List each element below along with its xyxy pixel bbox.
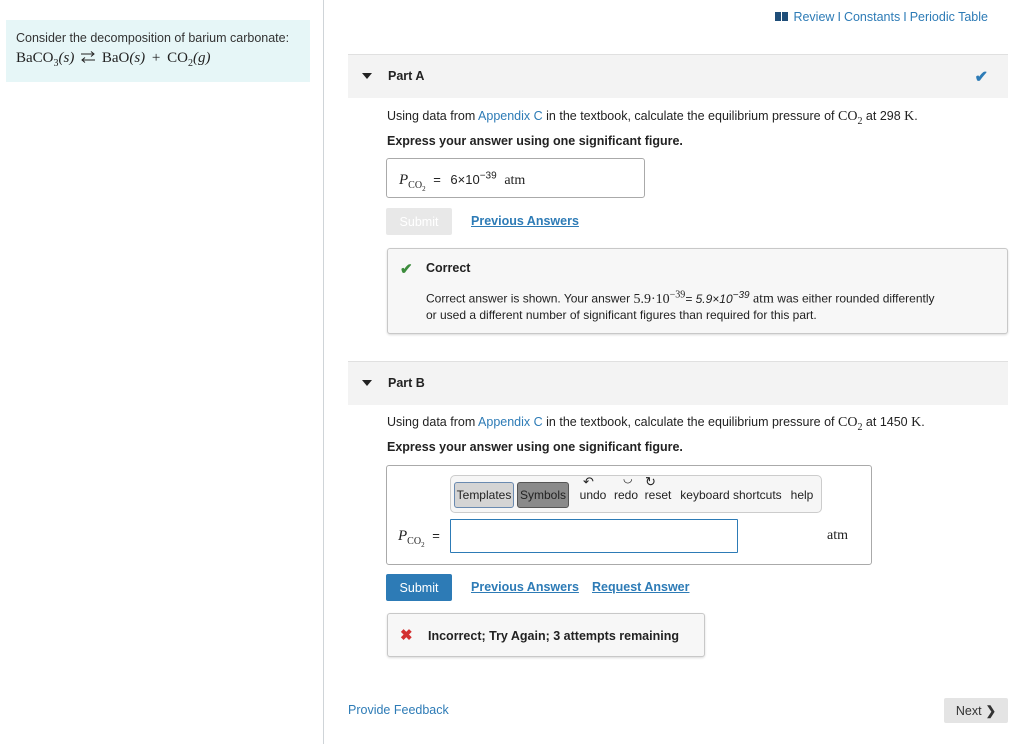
part-b-instruction: Express your answer using one significan…	[387, 440, 683, 454]
constants-link[interactable]: Constants	[844, 10, 900, 24]
part-a-previous-answers-link[interactable]: Previous Answers	[471, 214, 579, 228]
feedback-message-line2: or used a different number of significan…	[426, 308, 817, 322]
chevron-right-icon: ❯	[985, 704, 997, 718]
part-b-submit-button[interactable]: Submit	[386, 574, 452, 601]
incorrect-x-icon: ✖	[400, 627, 413, 644]
part-b-title: Part B	[388, 376, 425, 390]
redo-icon: ◡	[623, 473, 633, 485]
provide-feedback-link[interactable]: Provide Feedback	[348, 703, 449, 717]
appendix-c-link[interactable]: Appendix C	[478, 415, 543, 429]
checkmark-icon: ✔	[974, 69, 988, 86]
part-b-variable-label: PCO2 =	[398, 528, 440, 549]
intro-text: Consider the decomposition of barium car…	[16, 31, 290, 45]
feedback-message: Incorrect; Try Again; 3 attempts remaini…	[428, 629, 679, 643]
part-a-instruction: Express your answer using one significan…	[387, 134, 683, 148]
part-a-question: Using data from Appendix C in the textbo…	[387, 109, 918, 127]
periodic-table-link[interactable]: Periodic Table	[910, 10, 988, 24]
panel-divider	[323, 0, 324, 744]
book-icon	[775, 12, 789, 21]
resource-links: Review I Constants I Periodic Table	[775, 10, 988, 24]
appendix-c-link[interactable]: Appendix C	[478, 109, 543, 123]
request-answer-link[interactable]: Request Answer	[592, 580, 689, 594]
help-button[interactable]: help	[788, 482, 816, 508]
reset-icon: ↻	[645, 474, 656, 489]
templates-button[interactable]: Templates	[454, 482, 514, 508]
reset-button[interactable]: ↻ reset	[643, 474, 673, 508]
part-a-title: Part A	[388, 69, 425, 83]
math-toolbar: Templates Symbols ↶ undo ◡ redo ↻ reset …	[450, 473, 822, 513]
part-a-feedback: ✔ Correct Correct answer is shown. Your …	[387, 248, 1008, 334]
part-b-answer-input[interactable]	[450, 519, 738, 553]
part-a-answer-value: 6×10−39	[450, 171, 497, 188]
undo-button[interactable]: ↶ undo	[577, 474, 609, 508]
keyboard-shortcuts-button[interactable]: keyboard shortcuts	[676, 482, 786, 508]
symbols-button[interactable]: Symbols	[517, 482, 569, 508]
part-b-unit: atm	[827, 528, 848, 543]
reaction-equation: BaCO3(s) BaO(s) + CO2(g)	[16, 50, 211, 69]
part-b-feedback: ✖ Incorrect; Try Again; 3 attempts remai…	[387, 613, 705, 657]
collapse-triangle-icon	[362, 380, 372, 386]
collapse-triangle-icon	[362, 73, 372, 79]
part-a-submit-button: Submit	[386, 208, 452, 235]
feedback-message: Correct answer is shown. Your answer 5.9…	[426, 289, 935, 307]
next-button[interactable]: Next ❯	[944, 698, 1008, 723]
equilibrium-arrow-icon	[80, 51, 96, 63]
part-a-answer-box: PCO2 = 6×10−39 atm	[386, 158, 645, 198]
feedback-title: Correct	[426, 261, 471, 275]
redo-button[interactable]: ◡ redo	[611, 473, 641, 508]
correct-check-icon: ✔	[400, 261, 413, 278]
undo-icon: ↶	[583, 474, 594, 489]
part-b-previous-answers-link[interactable]: Previous Answers	[471, 580, 579, 594]
problem-intro-panel: Consider the decomposition of barium car…	[6, 20, 310, 82]
review-link[interactable]: Review	[793, 10, 834, 24]
part-a-header[interactable]: Part A ✔	[348, 54, 1008, 98]
part-b-question: Using data from Appendix C in the textbo…	[387, 415, 925, 433]
part-b-header[interactable]: Part B	[348, 361, 1008, 405]
